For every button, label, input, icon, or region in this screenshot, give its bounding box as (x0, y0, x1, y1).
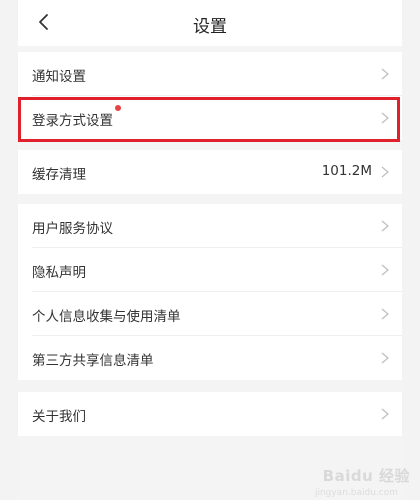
chevron-right-icon (381, 112, 389, 124)
settings-item-label-wrap: 登录方式设置 (32, 105, 121, 129)
settings-item-personal-info-list[interactable]: 个人信息收集与使用清单 (18, 292, 402, 336)
settings-item-label-container: 登录方式设置 (32, 105, 121, 129)
settings-item-label: 登录方式设置 (32, 113, 113, 129)
settings-item-third-party-list[interactable]: 第三方共享信息清单 (18, 336, 402, 380)
settings-item-login-method[interactable]: 登录方式设置 (18, 96, 402, 140)
baidu-watermark: Baidu 经验 (322, 467, 410, 485)
top-nav-bar: 设置 (18, 0, 402, 46)
settings-item-label: 关于我们 (32, 409, 86, 425)
settings-item-label: 用户服务协议 (32, 221, 113, 237)
watermark-url: jingyan.baidu.com (314, 488, 398, 498)
chevron-right-icon (381, 68, 389, 80)
settings-item-clear-cache[interactable]: 缓存清理 101.2M (18, 150, 402, 194)
chevron-right-icon (381, 166, 389, 178)
settings-group-cache: 缓存清理 101.2M (18, 150, 402, 194)
settings-item-user-agreement[interactable]: 用户服务协议 (18, 204, 402, 248)
chevron-right-icon (381, 408, 389, 420)
page-title: 设置 (193, 17, 227, 37)
settings-item-label: 隐私声明 (32, 265, 86, 281)
settings-item-privacy[interactable]: 隐私声明 (18, 248, 402, 292)
cache-size-value: 101.2M (321, 163, 372, 179)
chevron-right-icon (381, 308, 389, 320)
settings-item-label: 个人信息收集与使用清单 (32, 309, 181, 325)
settings-group-legal: 用户服务协议 隐私声明 个人信息收集与使用清单 第三方共享信息清单 (18, 204, 402, 380)
chevron-right-icon (381, 264, 389, 276)
settings-item-about-us[interactable]: 关于我们 (18, 392, 402, 436)
settings-item-notifications[interactable]: 通知设置 (18, 52, 402, 96)
settings-item-label: 通知设置 (32, 69, 86, 85)
settings-page: 设置 通知设置 登录方式设置 缓存清理 101.2M 用户服务协议 隐私声明 个… (18, 0, 402, 500)
settings-group-about: 关于我们 (18, 392, 402, 436)
settings-item-label: 第三方共享信息清单 (32, 353, 154, 369)
settings-group-general: 通知设置 登录方式设置 (18, 52, 402, 140)
chevron-right-icon (381, 352, 389, 364)
settings-item-label: 缓存清理 (32, 167, 86, 183)
chevron-right-icon (381, 220, 389, 232)
new-badge-dot (115, 105, 121, 111)
